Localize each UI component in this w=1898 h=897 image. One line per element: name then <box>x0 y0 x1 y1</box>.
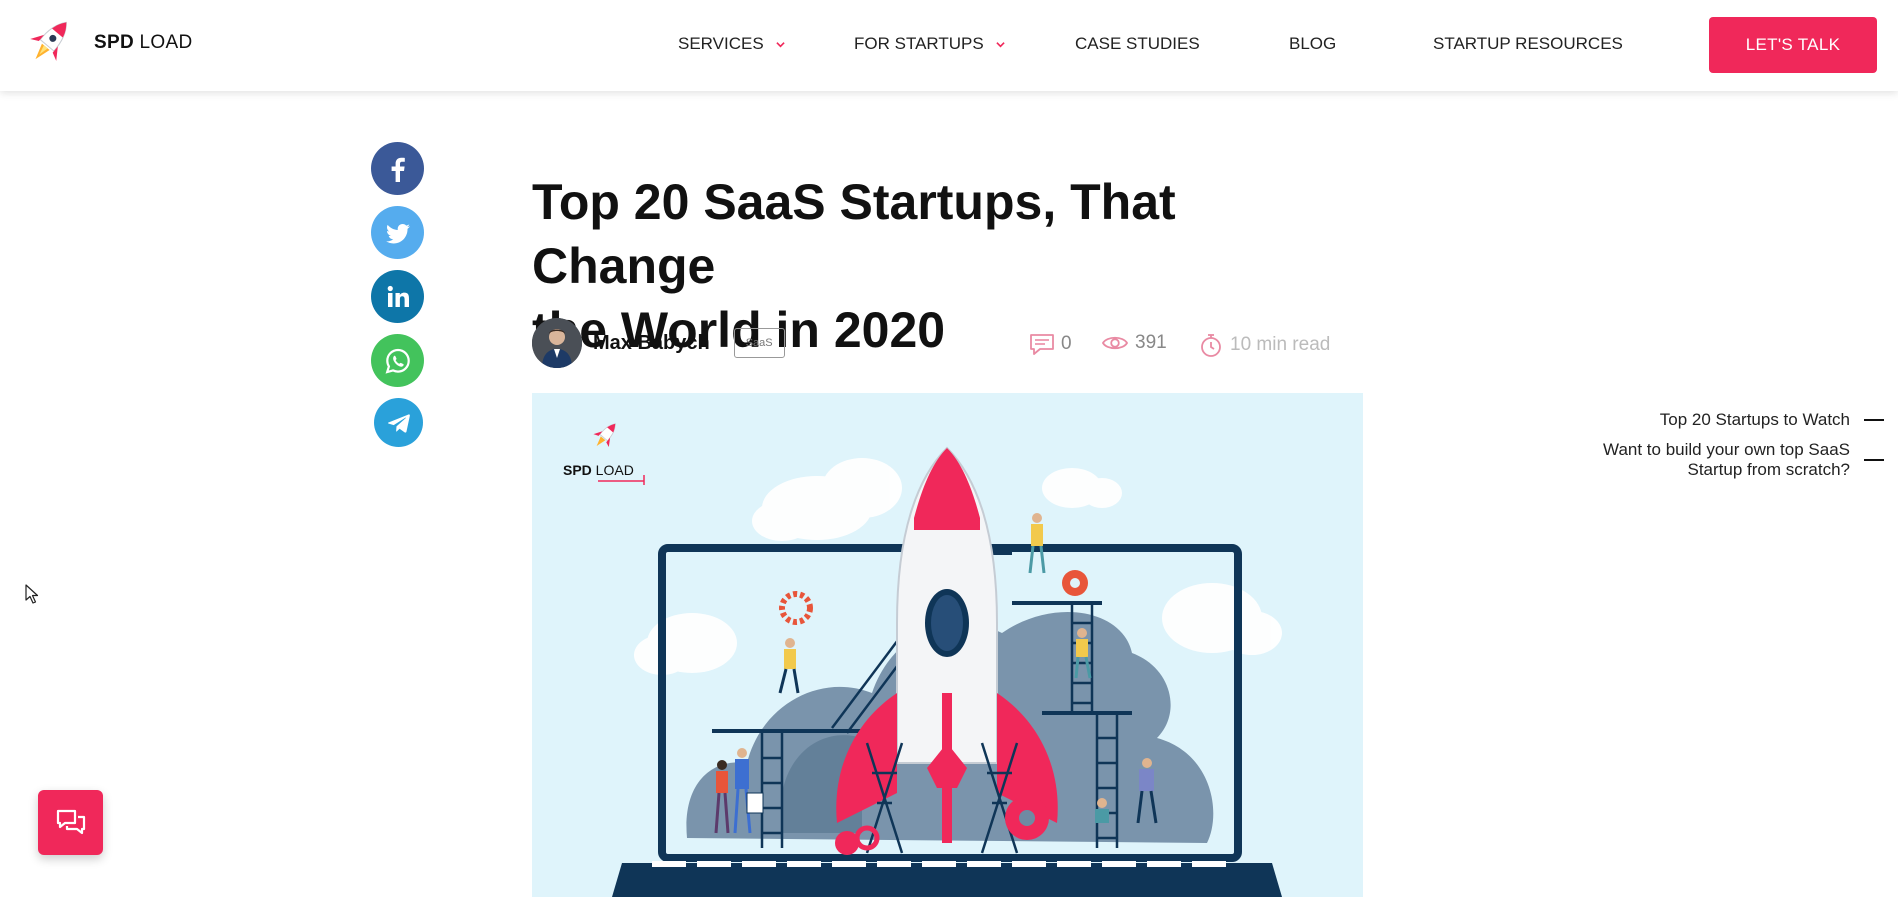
share-facebook-button[interactable] <box>371 142 424 195</box>
mouse-cursor-icon <box>25 584 39 604</box>
view-count: 391 <box>1101 332 1167 354</box>
toc-indicator <box>1864 419 1884 421</box>
twitter-icon <box>385 223 410 243</box>
brand-name: SPD LOAD <box>94 32 193 53</box>
nav-startup-resources-label: STARTUP RESOURCES <box>1433 34 1623 53</box>
hero-logo-text: SPD LOAD <box>563 462 634 478</box>
comment-count-value: 0 <box>1061 333 1072 354</box>
toc-item-label: Want to build your own top SaaS Startup f… <box>1603 440 1850 479</box>
nav-services[interactable]: SERVICES <box>678 34 785 54</box>
read-time: 10 min read <box>1198 332 1330 358</box>
chat-widget-button[interactable] <box>38 790 103 855</box>
chat-icon <box>56 809 85 834</box>
nav-for-startups[interactable]: FOR STARTUPS <box>854 34 1005 54</box>
toc-item-label: Top 20 Startups to Watch <box>1659 410 1850 429</box>
comment-icon <box>1030 334 1054 355</box>
nav-services-label: SERVICES <box>678 34 764 53</box>
telegram-icon <box>387 413 410 433</box>
category-tag[interactable]: SaaS <box>733 328 785 358</box>
whatsapp-icon <box>385 348 410 374</box>
article-title-line-1: Top 20 SaaS Startups, That Change <box>532 174 1176 294</box>
table-of-contents: Top 20 Startups to Watch Want to build y… <box>1603 410 1884 490</box>
toc-item-top-20-startups[interactable]: Top 20 Startups to Watch <box>1603 410 1884 430</box>
author-row: Max Babych SaaS <box>532 318 785 368</box>
nav-case-studies-label: CASE STUDIES <box>1075 34 1200 53</box>
comment-count[interactable]: 0 <box>1029 332 1072 356</box>
brand-logo[interactable]: SPD LOAD <box>18 12 193 74</box>
share-telegram-button[interactable] <box>374 398 423 447</box>
facebook-icon <box>391 157 405 182</box>
lets-talk-button[interactable]: LET'S TALK <box>1709 17 1877 73</box>
nav-blog[interactable]: BLOG <box>1289 34 1336 54</box>
eye-icon <box>1101 336 1129 350</box>
view-count-value: 391 <box>1135 332 1167 353</box>
nav-for-startups-label: FOR STARTUPS <box>854 34 984 53</box>
share-linkedin-button[interactable] <box>371 270 424 323</box>
chevron-down-icon <box>775 41 785 47</box>
linkedin-icon <box>387 285 409 307</box>
avatar[interactable] <box>532 318 582 368</box>
share-whatsapp-button[interactable] <box>371 334 424 387</box>
author-name[interactable]: Max Babych <box>593 332 710 355</box>
chevron-down-icon <box>996 41 1005 47</box>
site-header: SPD LOAD SERVICES FOR STARTUPS CASE STUD… <box>0 0 1898 91</box>
nav-blog-label: BLOG <box>1289 34 1337 53</box>
rocket-laptop-illustration: SPD LOAD <box>563 423 1282 897</box>
rocket-logo-icon <box>30 21 67 61</box>
person-avatar-icon <box>532 318 582 368</box>
read-time-value: 10 min read <box>1230 334 1331 355</box>
nav-case-studies[interactable]: CASE STUDIES <box>1075 34 1200 54</box>
hero-image: SPD LOAD <box>532 393 1363 897</box>
toc-item-build-saas[interactable]: Want to build your own top SaaS Startup f… <box>1603 440 1884 480</box>
share-twitter-button[interactable] <box>371 206 424 259</box>
stopwatch-icon <box>1201 334 1221 357</box>
toc-indicator <box>1864 459 1884 461</box>
share-bar <box>371 142 424 458</box>
nav-startup-resources[interactable]: STARTUP RESOURCES <box>1433 34 1623 54</box>
